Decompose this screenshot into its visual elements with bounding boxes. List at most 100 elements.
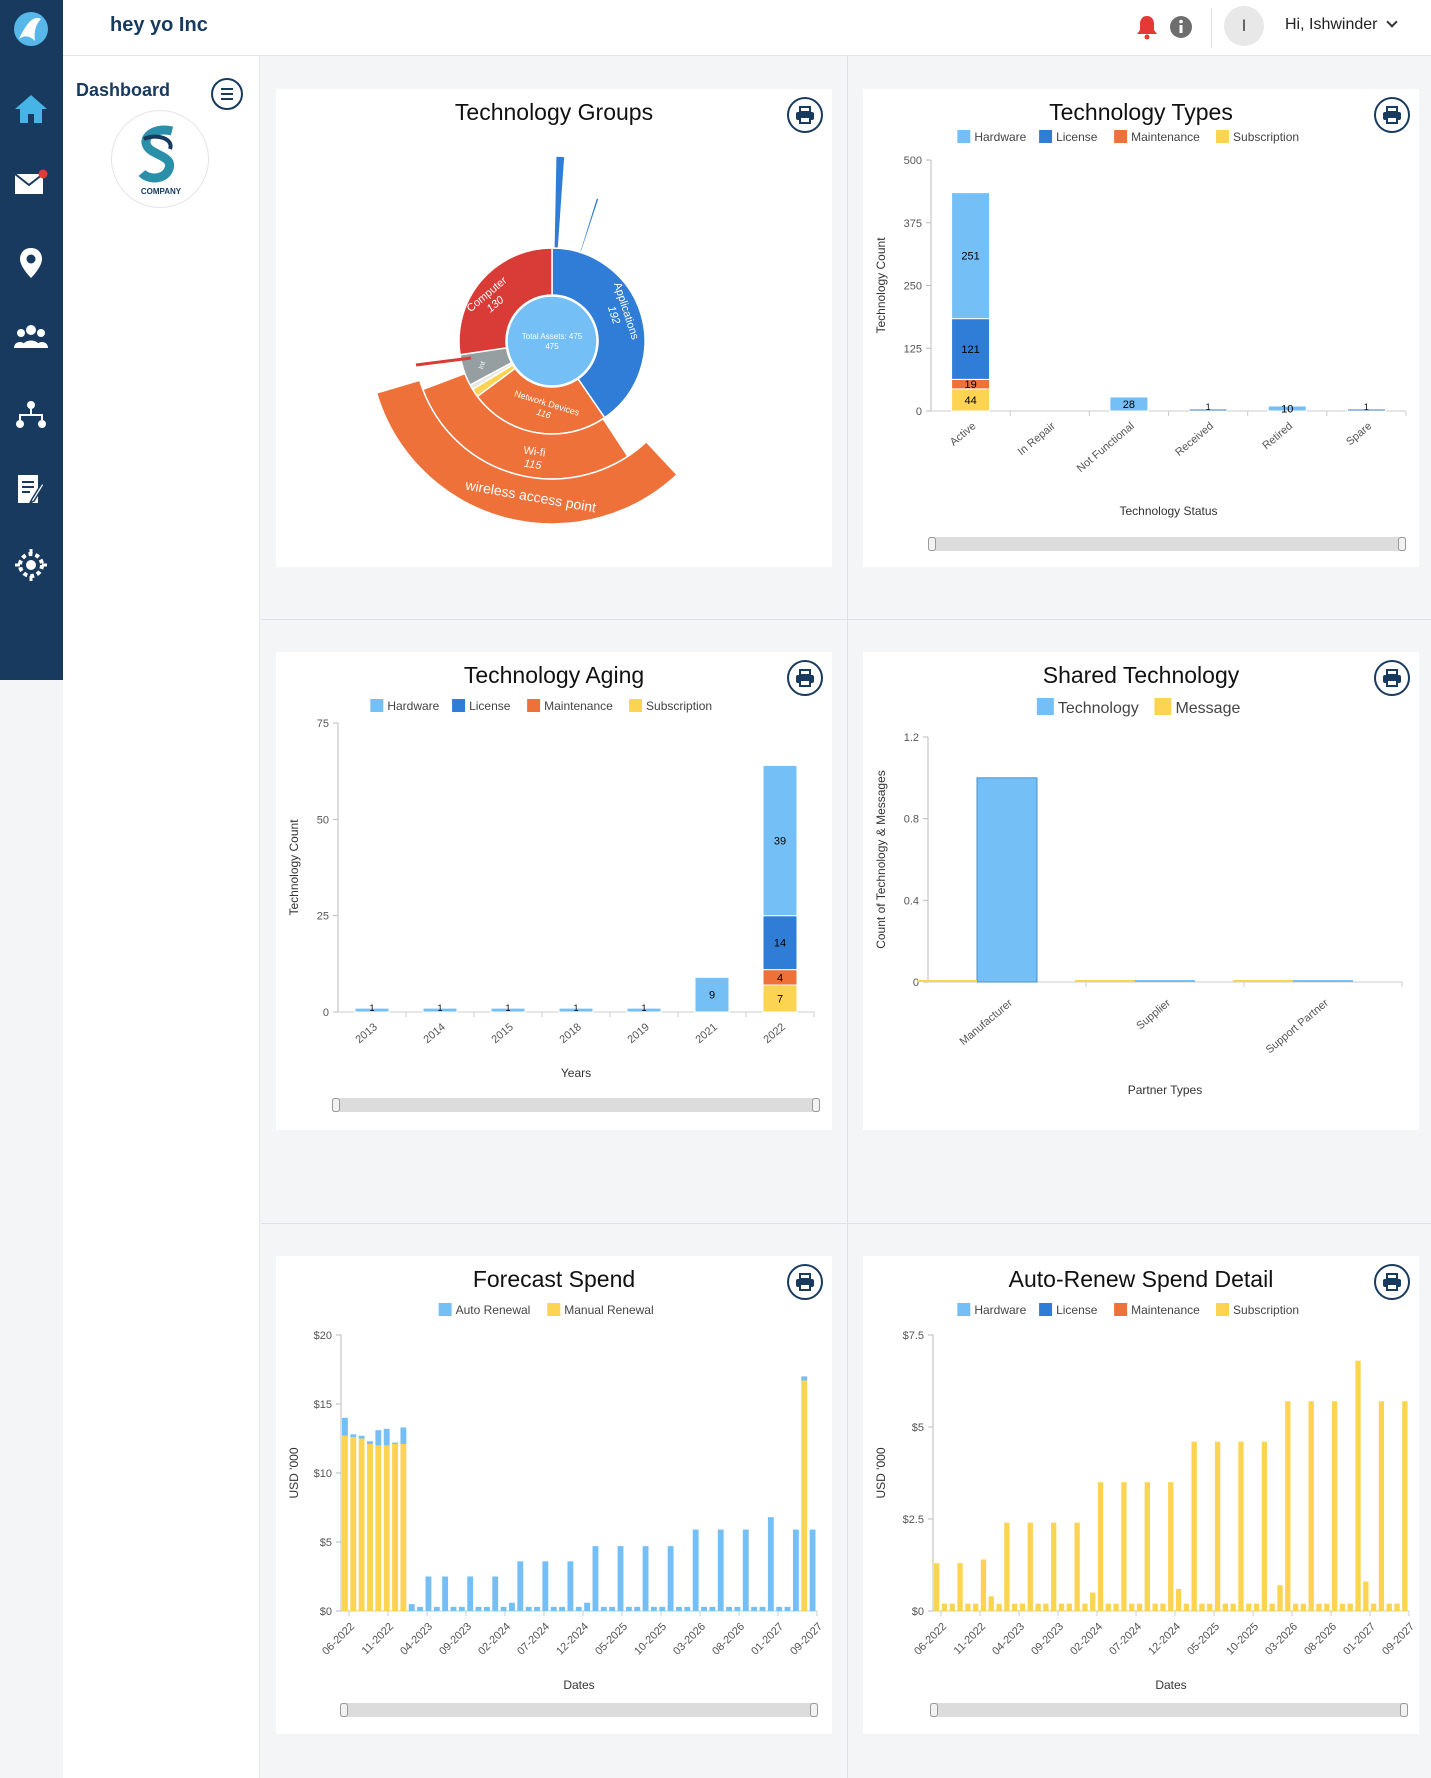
user-greeting: Hi, Ishwinder	[1285, 16, 1378, 33]
y-tick-label: $5	[320, 1537, 332, 1549]
company-logo: COMPANY	[111, 110, 209, 208]
x-tick-label: 09-2023	[437, 1621, 474, 1658]
x-tick-label: Spare	[1344, 420, 1374, 448]
menu-toggle-button[interactable]	[211, 78, 243, 110]
auto-renew-spend-chart: Hardware License Maintenance Subscription $0…	[874, 1303, 1417, 1692]
avatar[interactable]: I	[1224, 6, 1264, 46]
app-logo-icon[interactable]	[8, 6, 54, 52]
x-tick-label: 05-2025	[593, 1621, 630, 1658]
x-tick-label: 11-2022	[360, 1621, 396, 1657]
legend-label: Subscription	[1233, 130, 1299, 144]
bar-data-label: 9	[709, 990, 715, 1002]
y-tick-label: 50	[317, 814, 329, 826]
bar-subscription	[1199, 1603, 1205, 1611]
bar-subscription	[1261, 1441, 1268, 1611]
bar-subscription	[1316, 1603, 1322, 1611]
bar-subscription	[980, 1559, 987, 1611]
legend-label: License	[1056, 1303, 1098, 1317]
bar-auto-renewal	[575, 1606, 582, 1611]
bar-subscription	[1191, 1441, 1197, 1611]
bar-subscription	[1277, 1585, 1283, 1611]
bar-auto-renewal	[367, 1441, 373, 1445]
bar-auto-renewal	[684, 1606, 691, 1611]
document-edit-icon[interactable]	[8, 466, 54, 512]
bar-auto-renewal	[483, 1606, 490, 1611]
y-tick-label: 0	[916, 406, 922, 418]
bar-data-label: 39	[774, 836, 786, 848]
bar-manual-renewal	[383, 1445, 390, 1611]
bar-auto-renewal	[751, 1606, 758, 1611]
bar-subscription	[1035, 1603, 1041, 1611]
bar-auto-renewal	[776, 1606, 783, 1611]
legend-label: License	[1056, 130, 1098, 144]
settings-icon[interactable]	[8, 542, 54, 588]
legend-label: Manual Renewal	[564, 1303, 653, 1317]
notification-bell-icon[interactable]	[1135, 14, 1159, 45]
mail-icon[interactable]	[8, 160, 54, 206]
legend-swatch	[1039, 1303, 1053, 1316]
sunburst-center-label: Total Assets: 475	[522, 332, 583, 341]
legend-label: Technology	[1058, 700, 1139, 717]
technology-groups-card: Technology Groups Total Assets: 475 475 Ap…	[276, 89, 832, 567]
bar-subscription	[973, 1603, 979, 1611]
legend-label: Message	[1175, 700, 1240, 717]
bar-subscription	[1121, 1482, 1127, 1611]
bar-data-label: 1	[1206, 402, 1211, 412]
bar-technology	[976, 777, 1038, 983]
bar-subscription	[1090, 1592, 1096, 1611]
company-name: hey yo Inc	[110, 14, 208, 36]
bar-subscription	[1402, 1401, 1408, 1611]
bar-subscription	[1058, 1603, 1065, 1611]
y-tick-label: 250	[904, 281, 922, 293]
x-tick-label: In Repair	[1016, 420, 1058, 458]
bar-auto-renewal	[559, 1606, 565, 1611]
legend-swatch	[1114, 130, 1128, 143]
x-tick-label: 09-2023	[1029, 1621, 1066, 1658]
x-tick-label: 06-2022	[320, 1621, 357, 1658]
user-menu[interactable]: Hi, Ishwinder	[1285, 16, 1398, 34]
bar-message	[1075, 980, 1135, 982]
legend-swatch	[1114, 1303, 1128, 1316]
legend-swatch	[629, 699, 643, 712]
technology-types-card: Technology Types Hardware License Maintena…	[863, 89, 1419, 567]
y-tick-label: 0	[323, 1007, 329, 1019]
x-tick-label: 2021	[693, 1021, 719, 1046]
bar-subscription	[1222, 1603, 1229, 1611]
x-axis-title: Years	[561, 1066, 591, 1080]
sunburst-center-value: 475	[545, 342, 559, 351]
chart-range-scrollbar[interactable]	[340, 1703, 818, 1717]
grid-divider-row-1	[261, 619, 1431, 620]
bar-auto-renewal	[358, 1435, 365, 1439]
home-icon[interactable]	[8, 86, 54, 132]
x-tick-label: Support Partner	[1264, 997, 1331, 1056]
info-icon[interactable]	[1169, 15, 1193, 44]
bar-manual-renewal	[342, 1435, 348, 1611]
x-tick-label: 2015	[489, 1021, 515, 1046]
x-tick-label: 04-2023	[398, 1621, 435, 1658]
y-tick-label: $0	[320, 1606, 332, 1618]
bar-subscription	[1324, 1603, 1330, 1611]
bar-auto-renewal	[492, 1576, 499, 1611]
x-tick-label: 2022	[761, 1021, 787, 1046]
bar-subscription	[1004, 1522, 1010, 1611]
bar-auto-renewal	[442, 1576, 449, 1611]
sidebar: Dashboard COMPANY	[63, 56, 260, 1778]
x-tick-label: 10-2025	[632, 1621, 669, 1658]
bar-auto-renewal	[767, 1517, 774, 1611]
bar-subscription	[1152, 1603, 1158, 1611]
chart-range-scrollbar[interactable]	[930, 1703, 1408, 1717]
x-axis-title: Technology Status	[1119, 504, 1217, 518]
users-icon[interactable]	[8, 313, 54, 359]
bar-subscription	[996, 1603, 1002, 1611]
chart-range-scrollbar[interactable]	[332, 1098, 820, 1112]
bar-manual-renewal	[350, 1437, 357, 1611]
y-tick-label: 1.2	[904, 732, 919, 744]
bar-data-label: 1	[437, 1003, 442, 1013]
location-icon[interactable]	[8, 240, 54, 286]
chart-range-scrollbar[interactable]	[928, 537, 1406, 551]
bar-subscription	[1113, 1603, 1119, 1611]
org-chart-icon[interactable]	[8, 392, 54, 438]
bar-auto-renewal	[567, 1561, 574, 1611]
bar-subscription	[1378, 1401, 1385, 1611]
x-tick-label: 04-2023	[990, 1621, 1027, 1658]
